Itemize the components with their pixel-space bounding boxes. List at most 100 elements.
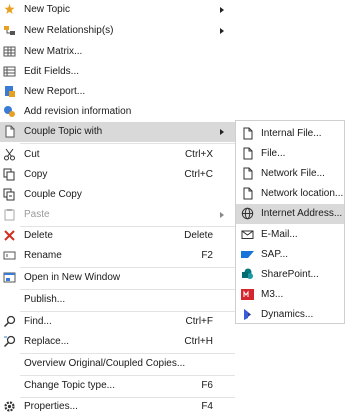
submenu-item-network-file[interactable]: Network File... (236, 164, 344, 184)
relationship-icon (3, 24, 16, 37)
file-icon (241, 127, 254, 140)
menu-item-label: Overview Original/Coupled Copies... (24, 358, 186, 369)
couple-topic-submenu: Internal File... File... Network File...… (235, 120, 345, 324)
menu-item-label: Publish... (24, 294, 66, 305)
matrix-icon (3, 45, 16, 58)
file-icon (241, 167, 254, 180)
menu-item-overview-coupled[interactable]: Overview Original/Coupled Copies... (0, 354, 235, 374)
submenu-arrow-icon (220, 212, 224, 218)
menu-item-label: Paste (24, 209, 50, 220)
submenu-item-label: File... (261, 148, 286, 159)
menu-item-shortcut: F4 (201, 401, 213, 412)
submenu-item-label: Network location... (261, 188, 344, 199)
menu-item-delete[interactable]: Delete Delete (0, 226, 235, 246)
menu-item-shortcut: Ctrl+X (184, 149, 213, 160)
submenu-item-email[interactable]: E-Mail... (236, 225, 344, 245)
window-icon (3, 271, 16, 284)
menu-item-change-topic-type[interactable]: Change Topic type... F6 (0, 376, 235, 396)
submenu-item-sharepoint[interactable]: SharePoint... (236, 265, 344, 285)
menu-item-new-matrix[interactable]: New Matrix... (0, 42, 235, 62)
menu-item-label: Couple Topic with (24, 126, 103, 137)
menu-item-label: Change Topic type... (24, 380, 115, 391)
menu-item-label: Open in New Window (24, 272, 121, 283)
m3-icon (241, 288, 254, 301)
menu-item-label: Delete (24, 230, 53, 241)
menu-item-new-topic[interactable]: New Topic (0, 0, 235, 20)
menu-item-shortcut: Ctrl+H (184, 336, 213, 347)
file-icon (241, 187, 254, 200)
menu-item-label: Replace... (24, 336, 70, 347)
replace-icon (3, 335, 16, 348)
submenu-item-internet-address[interactable]: Internet Address... (236, 204, 344, 224)
menu-item-couple-topic-with[interactable]: Couple Topic with (0, 122, 235, 142)
menu-item-new-relationships[interactable]: New Relationship(s) (0, 21, 235, 41)
submenu-arrow-icon (220, 7, 224, 13)
menu-item-label: Properties... (24, 401, 78, 412)
menu-item-new-report[interactable]: New Report... (0, 82, 235, 102)
scissors-icon (3, 148, 16, 161)
fields-icon (3, 65, 16, 78)
submenu-item-label: Internal File... (261, 128, 322, 139)
star-icon (3, 3, 16, 16)
submenu-item-sap[interactable]: SAP... (236, 245, 344, 265)
menu-item-label: New Report... (24, 86, 86, 97)
rename-icon (3, 249, 16, 262)
submenu-item-label: M3... (261, 289, 284, 300)
mail-icon (241, 228, 254, 241)
file-icon (241, 147, 254, 160)
menu-item-couple-copy[interactable]: Couple Copy (0, 185, 235, 205)
menu-item-shortcut: Delete (184, 230, 213, 241)
menu-item-label: Couple Copy (24, 189, 82, 200)
couple-copy-icon (3, 188, 16, 201)
menu-item-shortcut: F2 (201, 250, 213, 261)
submenu-arrow-icon (220, 129, 224, 135)
submenu-item-label: E-Mail... (261, 229, 298, 240)
menu-item-label: Edit Fields... (24, 66, 80, 77)
menu-item-label: Copy (24, 169, 48, 180)
paste-icon (3, 208, 16, 221)
menu-item-label: Find... (24, 316, 52, 327)
menu-item-copy[interactable]: Copy Ctrl+C (0, 165, 235, 185)
menu-item-cut[interactable]: Cut Ctrl+X (0, 145, 235, 165)
submenu-item-label: Dynamics... (261, 309, 314, 320)
submenu-item-m3[interactable]: M3... (236, 285, 344, 305)
menu-item-label: Add revision information (24, 106, 132, 117)
find-icon (3, 315, 16, 328)
menu-item-label: New Topic (24, 4, 70, 15)
delete-icon (3, 229, 16, 242)
menu-item-replace[interactable]: Replace... Ctrl+H (0, 332, 235, 352)
submenu-item-file[interactable]: File... (236, 144, 344, 164)
menu-item-shortcut: Ctrl+C (184, 169, 213, 180)
menu-item-edit-fields[interactable]: Edit Fields... (0, 62, 235, 82)
menu-item-label: Cut (24, 149, 40, 160)
context-menu: New Topic New Relationship(s) New Matrix… (0, 0, 235, 415)
dynamics-icon (241, 308, 254, 321)
submenu-item-network-location[interactable]: Network location... (236, 184, 344, 204)
submenu-item-internal-file[interactable]: Internal File... (236, 124, 344, 144)
menu-item-find[interactable]: Find... Ctrl+F (0, 312, 235, 332)
menu-item-shortcut: F6 (201, 380, 213, 391)
menu-item-label: New Matrix... (24, 46, 83, 57)
menu-item-shortcut: Ctrl+F (185, 316, 214, 327)
submenu-item-label: Network File... (261, 168, 325, 179)
menu-item-rename[interactable]: Rename F2 (0, 246, 235, 266)
submenu-item-label: Internet Address... (261, 208, 343, 219)
document-icon (3, 125, 16, 138)
report-icon (3, 85, 16, 98)
submenu-item-label: SharePoint... (261, 269, 319, 280)
menu-separator (20, 143, 235, 144)
menu-item-label: New Relationship(s) (24, 25, 114, 36)
submenu-arrow-icon (220, 28, 224, 34)
gear-icon (3, 400, 16, 413)
copy-icon (3, 168, 16, 181)
sharepoint-icon (241, 268, 254, 281)
menu-item-add-revision[interactable]: Add revision information (0, 102, 235, 122)
menu-item-open-new-window[interactable]: Open in New Window (0, 268, 235, 288)
submenu-item-dynamics[interactable]: Dynamics... (236, 305, 344, 325)
menu-item-properties[interactable]: Properties... F4 (0, 397, 235, 417)
revision-icon (3, 105, 16, 118)
menu-item-publish[interactable]: Publish... (0, 290, 235, 310)
menu-item-label: Rename (24, 250, 62, 261)
menu-item-paste[interactable]: Paste (0, 205, 235, 225)
submenu-item-label: SAP... (261, 249, 289, 260)
